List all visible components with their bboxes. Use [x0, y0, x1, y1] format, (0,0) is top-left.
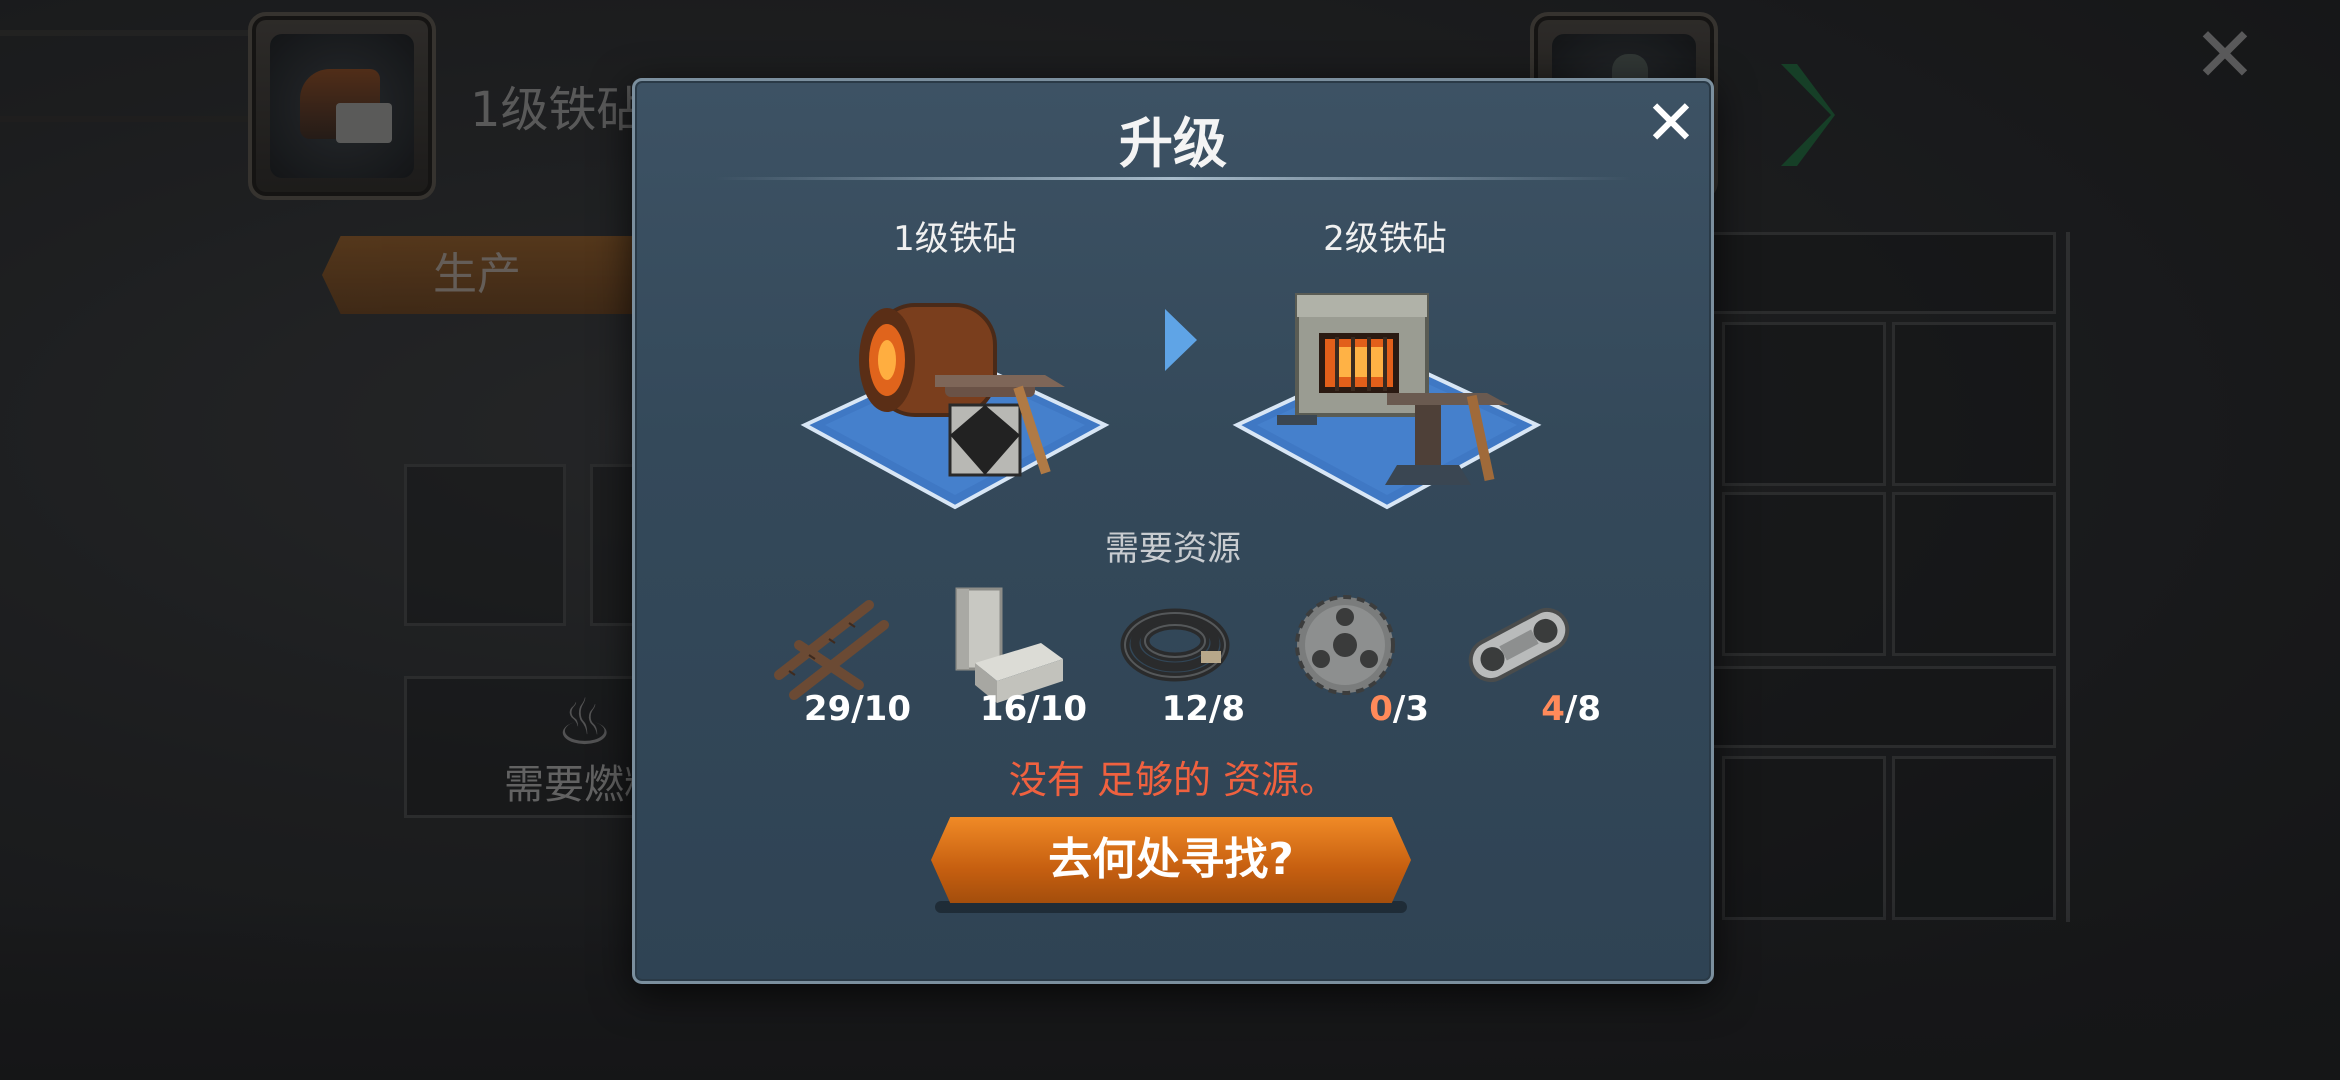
resource-count-rebar: 29/10: [803, 689, 911, 729]
hose-icon: [1120, 608, 1230, 682]
chain-link-icon: [1468, 607, 1570, 683]
title-divider: [715, 177, 1631, 180]
next-level-label: 2级铁砧: [1323, 219, 1447, 259]
required-resources-label: 需要资源: [1105, 529, 1241, 569]
gear-icon: [1295, 595, 1395, 695]
resource-count-chain: 4/8: [1541, 689, 1601, 729]
upgrade-dialog: 升级 ✕ 1级铁砧 2级铁砧 需要资源 29/10 16/10 12/8 0/3…: [632, 78, 1714, 984]
anvil-level2-image: [1227, 275, 1547, 515]
anvil-level1-image: [795, 275, 1115, 515]
resource-count-gear: 0/3: [1369, 689, 1429, 729]
upgrade-arrow-icon: [1161, 305, 1201, 375]
where-to-find-button[interactable]: 去何处寻找?: [931, 817, 1411, 903]
current-level-label: 1级铁砧: [893, 219, 1017, 259]
rebar-icon: [774, 600, 889, 700]
resource-count-hose: 12/8: [1161, 689, 1245, 729]
dialog-title: 升级: [1119, 112, 1227, 175]
close-icon[interactable]: ✕: [1641, 92, 1701, 154]
insufficient-resources-warning: 没有 足够的 资源。: [1008, 758, 1338, 802]
resource-count-concrete: 16/10: [979, 689, 1087, 729]
concrete-block-icon: [955, 587, 1063, 703]
